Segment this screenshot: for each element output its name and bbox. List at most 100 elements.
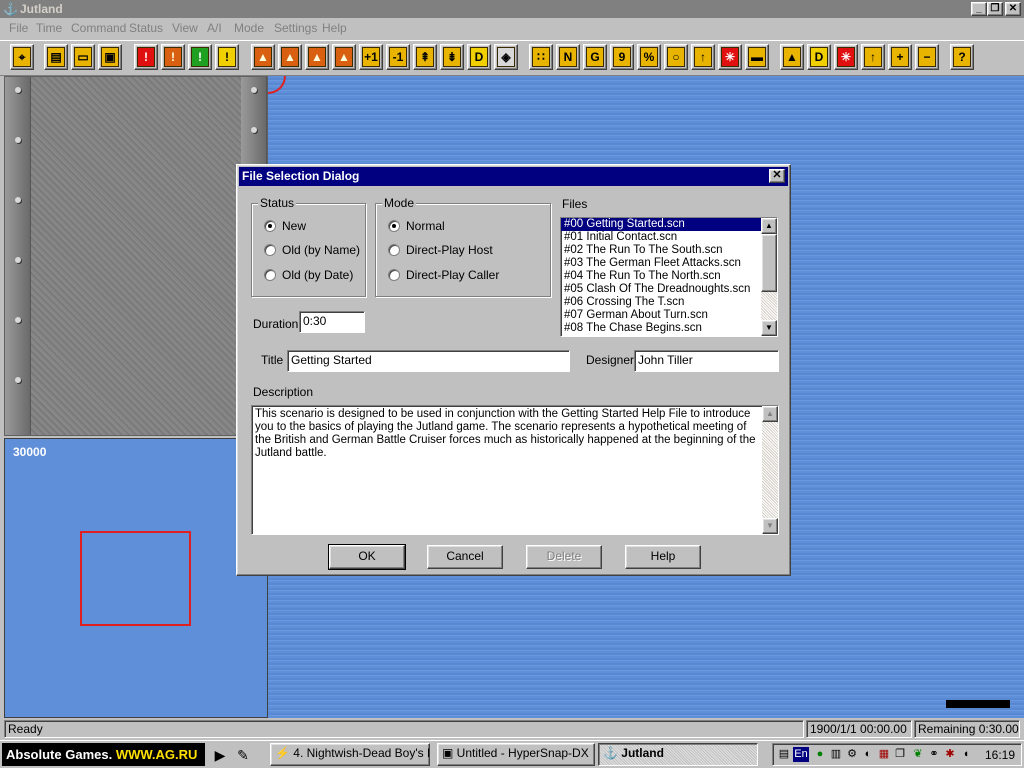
toolbar-button-alert-green[interactable]: !: [188, 44, 212, 70]
toolbar-button-d2[interactable]: D: [807, 44, 831, 70]
menu-status[interactable]: Status: [129, 20, 163, 36]
tray-language-indicator[interactable]: En: [793, 747, 809, 762]
toolbar-button-zoom-in[interactable]: +: [888, 44, 912, 70]
files-scrollbar[interactable]: ▲ ▼: [761, 218, 777, 336]
menu-mode[interactable]: Mode: [234, 20, 264, 36]
menu-file[interactable]: File: [9, 20, 28, 36]
toolbar-button-open[interactable]: ▭: [71, 44, 95, 70]
title-input[interactable]: Getting Started: [287, 350, 570, 372]
toolbar-button-save[interactable]: ▣: [98, 44, 122, 70]
start-button-banner[interactable]: Absolute Games. WWW.AG.RU: [2, 743, 205, 766]
toolbar-button-percent[interactable]: %: [637, 44, 661, 70]
toolbar-button-zoom-out[interactable]: −: [915, 44, 939, 70]
cancel-button[interactable]: Cancel: [427, 545, 503, 569]
status-option-new[interactable]: New: [264, 219, 306, 233]
tray-bag-icon[interactable]: ▥: [829, 747, 843, 762]
tray-app-icon[interactable]: ▦: [877, 747, 891, 762]
toolbar-button-grid[interactable]: ∷: [529, 44, 553, 70]
scroll-thumb[interactable]: [761, 234, 777, 292]
dialog-close-button[interactable]: ✕: [769, 169, 785, 183]
scroll-down-arrow-icon[interactable]: ▼: [762, 518, 778, 534]
scroll-up-arrow-icon[interactable]: ▲: [762, 406, 778, 422]
tray-mouse-icon[interactable]: ◐: [861, 747, 875, 762]
toolbar-button-burst2[interactable]: ✳: [834, 44, 858, 70]
toolbar-button-ship-3[interactable]: ▲: [305, 44, 329, 70]
toolbar-button-g[interactable]: G: [583, 44, 607, 70]
restore-button[interactable]: ❐: [987, 2, 1003, 16]
toolbar-button-plus-one[interactable]: +1: [359, 44, 383, 70]
toolbar-button-new[interactable]: ▤: [44, 44, 68, 70]
tray-gear-icon[interactable]: ⚙: [845, 747, 859, 762]
status-option-old-by-name[interactable]: Old (by Name): [264, 243, 360, 257]
toolbar-button-d[interactable]: D: [467, 44, 491, 70]
minimap[interactable]: 30000: [4, 438, 268, 718]
toolbar-button-help[interactable]: ?: [950, 44, 974, 70]
menu-settings[interactable]: Settings: [274, 20, 317, 36]
help-button[interactable]: Help: [625, 545, 701, 569]
toolbar-button-ship-5[interactable]: ▲: [780, 44, 804, 70]
toolbar-button-alert-red[interactable]: !: [134, 44, 158, 70]
menu-view[interactable]: View: [172, 20, 198, 36]
file-list-item[interactable]: #03 The German Fleet Attacks.scn: [561, 257, 777, 270]
description-textarea[interactable]: This scenario is designed to be used in …: [251, 405, 779, 535]
tray-window-icon[interactable]: ❐: [893, 747, 907, 762]
description-scrollbar[interactable]: ▲ ▼: [762, 406, 778, 534]
toolbar-button-ship[interactable]: ▬: [745, 44, 769, 70]
tray-star-icon[interactable]: ✱: [943, 747, 957, 762]
close-button[interactable]: ✕: [1005, 2, 1021, 16]
file-list-item[interactable]: #05 Clash Of The Dreadnoughts.scn: [561, 283, 777, 296]
toolbar-button-9[interactable]: 9: [610, 44, 634, 70]
tray-volume-icon[interactable]: ◖: [959, 747, 973, 762]
menu-bar: File Time Command Status View A/I Mode S…: [0, 18, 1024, 38]
ok-button[interactable]: OK: [328, 544, 406, 570]
file-list-item[interactable]: #06 Crossing The T.scn: [561, 296, 777, 309]
toolbar-button-up2[interactable]: ↑: [861, 44, 885, 70]
menu-command[interactable]: Command: [71, 20, 126, 36]
toolbar-button-up[interactable]: ↑: [691, 44, 715, 70]
scroll-down-arrow-icon[interactable]: ▼: [761, 320, 777, 336]
file-list-item[interactable]: #07 German About Turn.scn: [561, 309, 777, 322]
toolbar-button-minus-one[interactable]: -1: [386, 44, 410, 70]
file-list-item[interactable]: #00 Getting Started.scn: [561, 218, 777, 231]
radio-icon: [388, 244, 400, 256]
toolbar-button-alert-orange[interactable]: !: [161, 44, 185, 70]
task-hypersnap[interactable]: ▣ Untitled - HyperSnap-DX: [437, 743, 595, 766]
toolbar-button-target[interactable]: ⌖: [10, 44, 34, 70]
toolbar-button-ship-4[interactable]: ▲: [332, 44, 356, 70]
tray-display-icon[interactable]: ▤: [777, 747, 791, 762]
toolbar-button-mine[interactable]: ◈: [494, 44, 518, 70]
designer-input[interactable]: John Tiller: [634, 350, 779, 372]
mode-option-direct-play-caller[interactable]: Direct-Play Caller: [388, 268, 499, 282]
toolbar-button-burst[interactable]: ✳: [718, 44, 742, 70]
toolbar-button-bottom[interactable]: ⇟: [440, 44, 464, 70]
mode-option-normal[interactable]: Normal: [388, 219, 445, 233]
duration-input[interactable]: 0:30: [299, 311, 365, 333]
quicklaunch-media-icon[interactable]: ▶: [210, 745, 230, 765]
files-listbox[interactable]: #00 Getting Started.scn #01 Initial Cont…: [560, 217, 778, 337]
task-winamp[interactable]: ⚡ 4. Nightwish-Dead Boy's P...: [270, 743, 430, 766]
minimap-viewport-frame[interactable]: [80, 531, 191, 626]
file-list-item[interactable]: #04 The Run To The North.scn: [561, 270, 777, 283]
menu-time[interactable]: Time: [36, 20, 62, 36]
mode-option-direct-play-host[interactable]: Direct-Play Host: [388, 243, 493, 257]
file-list-item[interactable]: #02 The Run To The South.scn: [561, 244, 777, 257]
status-option-old-by-date[interactable]: Old (by Date): [264, 268, 353, 282]
menu-help[interactable]: Help: [322, 20, 347, 36]
quicklaunch-notepad-icon[interactable]: ✎: [233, 745, 253, 765]
toolbar-button-n[interactable]: N: [556, 44, 580, 70]
file-list-item[interactable]: #01 Initial Contact.scn: [561, 231, 777, 244]
toolbar-button-alert-yellow[interactable]: !: [215, 44, 239, 70]
task-jutland[interactable]: ⚓ Jutland: [598, 743, 758, 766]
menu-ai[interactable]: A/I: [207, 20, 222, 36]
toolbar-button-circle[interactable]: ○: [664, 44, 688, 70]
tray-network-icon[interactable]: ●: [813, 747, 827, 762]
scroll-up-arrow-icon[interactable]: ▲: [761, 218, 777, 234]
delete-button[interactable]: Delete: [526, 545, 602, 569]
tray-link-icon[interactable]: ⚭: [927, 747, 941, 762]
file-list-item[interactable]: #08 The Chase Begins.scn: [561, 322, 777, 335]
tray-plant-icon[interactable]: ❦: [911, 747, 925, 762]
toolbar-button-ship-2[interactable]: ▲: [278, 44, 302, 70]
toolbar-button-top[interactable]: ⇞: [413, 44, 437, 70]
toolbar-button-ship-1[interactable]: ▲: [251, 44, 275, 70]
minimize-button[interactable]: _: [971, 2, 987, 16]
